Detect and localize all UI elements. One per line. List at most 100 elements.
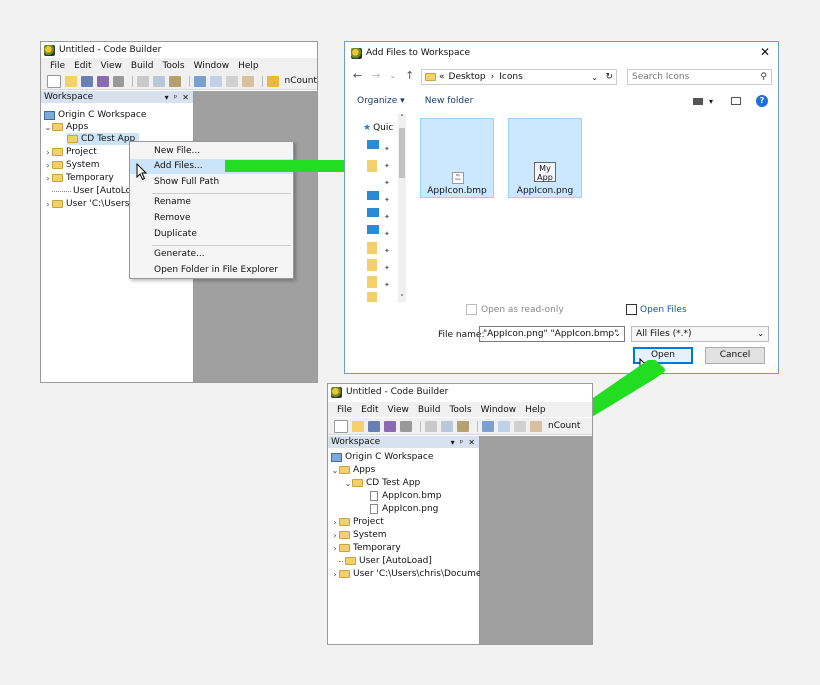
save-icon[interactable] [368,420,380,432]
cascade-icon[interactable] [530,420,542,432]
help-icon[interactable]: ? [756,95,768,107]
chevron-right-icon[interactable]: › [44,174,52,183]
recent-chevron-icon[interactable]: ⌄ [389,71,396,82]
chevron-down-icon[interactable]: ⌄ [344,479,352,488]
tile-icon[interactable] [225,75,238,87]
nav-item-folder[interactable] [367,276,377,288]
chevron-right-icon[interactable]: › [44,200,52,209]
print-icon[interactable] [400,420,412,432]
chevron-right-icon[interactable]: › [331,531,339,540]
tree-item-system[interactable]: › System [331,529,386,541]
tree-item-workspace[interactable]: Origin C Workspace [331,451,433,463]
tree-item-workspace[interactable]: Origin C Workspace [44,109,146,121]
window-icon[interactable] [209,75,222,87]
new-file-icon[interactable] [334,419,348,433]
function-icon[interactable] [266,75,279,87]
nav-scrollbar[interactable]: ˄ ˅ [398,114,406,302]
search-box[interactable]: Search Icons ⚲ [627,69,772,85]
save-icon[interactable] [80,75,93,87]
new-file-icon[interactable] [47,74,61,88]
tree-item-temporary[interactable]: › Temporary [44,172,113,184]
tree-item-cd-test-app[interactable]: ⌄ CD Test App [344,477,421,489]
nav-item-folder[interactable] [367,160,377,172]
read-only-checkbox[interactable] [466,304,477,315]
chevron-down-icon[interactable]: ⌄ [614,327,621,341]
menu-file[interactable]: File [337,405,352,415]
file-item-bmp[interactable]: My App AppIcon.bmp [420,118,494,198]
menu-tools[interactable]: Tools [162,61,184,71]
nav-item-desktop[interactable] [367,208,379,217]
chevron-right-icon[interactable]: › [331,570,339,579]
chevron-right-icon[interactable]: › [331,544,339,553]
scrollbar-thumb[interactable] [399,128,405,178]
menu-window[interactable]: Window [481,405,517,415]
open-folder-icon[interactable] [352,420,364,432]
file-item-png[interactable]: My App AppIcon.png [508,118,582,198]
breadcrumb-back[interactable]: « [439,72,445,82]
up-arrow-icon[interactable]: ↑ [405,69,414,82]
panel-controls[interactable]: ▾ ᵖ ✕ [451,438,475,447]
view-dropdown-icon[interactable]: ▾ [709,97,713,106]
cascade-icon[interactable] [241,75,254,87]
tree-item-user-autoload[interactable]: User [AutoLoa [52,185,137,197]
chevron-down-icon[interactable]: ⌄ [331,466,339,475]
breadcrumb-desktop[interactable]: Desktop [449,72,486,82]
chevron-right-icon[interactable]: › [44,161,52,170]
tile-icon[interactable] [514,420,526,432]
tree-item-project[interactable]: › Project [44,146,96,158]
print-icon[interactable] [112,75,125,87]
organize-button[interactable]: Organize ▾ [357,96,405,106]
menu-view[interactable]: View [101,61,122,71]
nav-item-desktop[interactable] [367,225,379,234]
breadcrumb-icons[interactable]: Icons [499,72,523,82]
tree-item-appicon-png[interactable]: AppIcon.png [370,503,438,515]
menu-window[interactable]: Window [194,61,230,71]
nav-item-desktop[interactable] [367,140,379,149]
window-icon[interactable] [498,420,510,432]
tree-item-apps[interactable]: ⌄ Apps [44,121,89,133]
view-options-icon[interactable] [693,97,703,105]
tree-item-user-path[interactable]: › User 'C:\Users\ [44,198,132,210]
paste-icon[interactable] [457,420,469,432]
cut-icon[interactable] [425,420,437,432]
tree-item-project[interactable]: › Project [331,516,383,528]
file-type-select[interactable]: All Files (*.*) ⌄ [631,326,769,342]
menu-help[interactable]: Help [525,405,546,415]
address-bar[interactable]: « Desktop › Icons ⌄ ↻ [421,69,617,85]
nav-item-quick-access[interactable]: ★ Quic [363,122,393,134]
chevron-down-icon[interactable]: ⌄ [757,327,764,341]
back-arrow-icon[interactable]: ← [353,69,362,82]
toolbar-function-field[interactable]: nCount [548,421,580,431]
copy-icon[interactable] [441,420,453,432]
nav-item-folder[interactable] [367,259,377,271]
cut-icon[interactable] [137,75,150,87]
menu-file[interactable]: File [50,61,65,71]
open-folder-icon[interactable] [64,75,77,87]
nav-item-desktop[interactable] [367,191,379,200]
menu-tools[interactable]: Tools [449,405,471,415]
open-files-option[interactable]: Open Files [626,304,687,315]
menu-item-duplicate[interactable]: Duplicate [130,227,293,242]
menu-build[interactable]: Build [131,61,154,71]
copy-icon[interactable] [153,75,166,87]
chevron-down-icon[interactable]: ⌄ [44,123,52,132]
address-dropdown-icon[interactable]: ⌄ [591,73,598,82]
save-all-icon[interactable] [384,420,396,432]
tree-item-apps[interactable]: ⌄ Apps [331,464,376,476]
new-folder-button[interactable]: New folder [425,96,474,106]
menu-view[interactable]: View [388,405,409,415]
scroll-down-icon[interactable]: ˅ [398,294,406,302]
nav-item-folder[interactable] [367,292,377,302]
tree-item-user-autoload[interactable]: User [AutoLoad] [339,555,432,567]
resize-grip-icon[interactable]: ⋰ [770,365,776,372]
menu-item-remove[interactable]: Remove [130,211,293,226]
nav-item-folder[interactable] [367,242,377,254]
editor-area[interactable] [480,436,592,644]
forward-arrow-icon[interactable]: → [371,69,380,82]
chevron-right-icon[interactable]: › [331,518,339,527]
build-icon[interactable] [482,420,494,432]
menu-edit[interactable]: Edit [361,405,378,415]
menu-item-open-folder[interactable]: Open Folder in File Explorer [130,263,293,278]
menu-help[interactable]: Help [238,61,259,71]
cancel-button[interactable]: Cancel [705,347,765,364]
